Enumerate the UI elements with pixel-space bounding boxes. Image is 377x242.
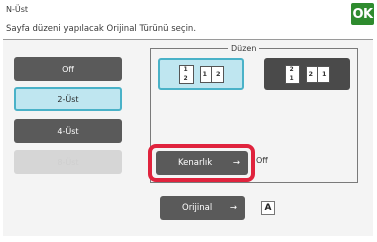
original-button[interactable]: Orijinal →	[160, 196, 245, 220]
arrow-right-icon: →	[229, 203, 237, 213]
n-up-screen: N-Üst Sayfa düzeni yapılacak Orijinal Tü…	[0, 0, 377, 242]
page-number: 1	[289, 74, 294, 82]
page-number: 2	[183, 74, 188, 82]
layout-left-to-right-button[interactable]: 1 2 1 2	[158, 58, 244, 90]
n-up-2-button[interactable]: 2-Üst	[14, 87, 122, 111]
layout-group-label: Düzen	[228, 44, 260, 53]
n-up-8-button: 8-Üst	[14, 150, 122, 174]
screen-instruction: Sayfa düzeni yapılacak Orijinal Türünü s…	[6, 24, 197, 34]
border-value: Off	[256, 156, 268, 165]
two-up-sheet-icon: 2 1	[305, 65, 330, 83]
border-button-highlight	[148, 144, 255, 182]
page-number: 2	[289, 65, 294, 73]
two-page-stack-icon: 1 2	[178, 64, 194, 84]
layout-right-to-left-button[interactable]: 2 1 2 1	[264, 58, 350, 90]
page-number: 1	[202, 70, 208, 78]
page-number: 2	[308, 70, 314, 78]
original-button-label: Orijinal	[182, 203, 213, 213]
original-portrait-icon: A	[261, 201, 275, 215]
page-number: 2	[215, 70, 221, 78]
ok-button[interactable]: OK	[351, 3, 374, 25]
n-up-4-button[interactable]: 4-Üst	[14, 119, 122, 143]
page-number: 1	[321, 70, 327, 78]
screen-title: N-Üst	[6, 5, 29, 14]
two-up-sheet-icon: 1 2	[199, 65, 224, 83]
two-page-stack-icon: 2 1	[284, 64, 300, 84]
n-up-off-button[interactable]: Off	[14, 57, 122, 81]
page-number: 1	[183, 65, 188, 73]
